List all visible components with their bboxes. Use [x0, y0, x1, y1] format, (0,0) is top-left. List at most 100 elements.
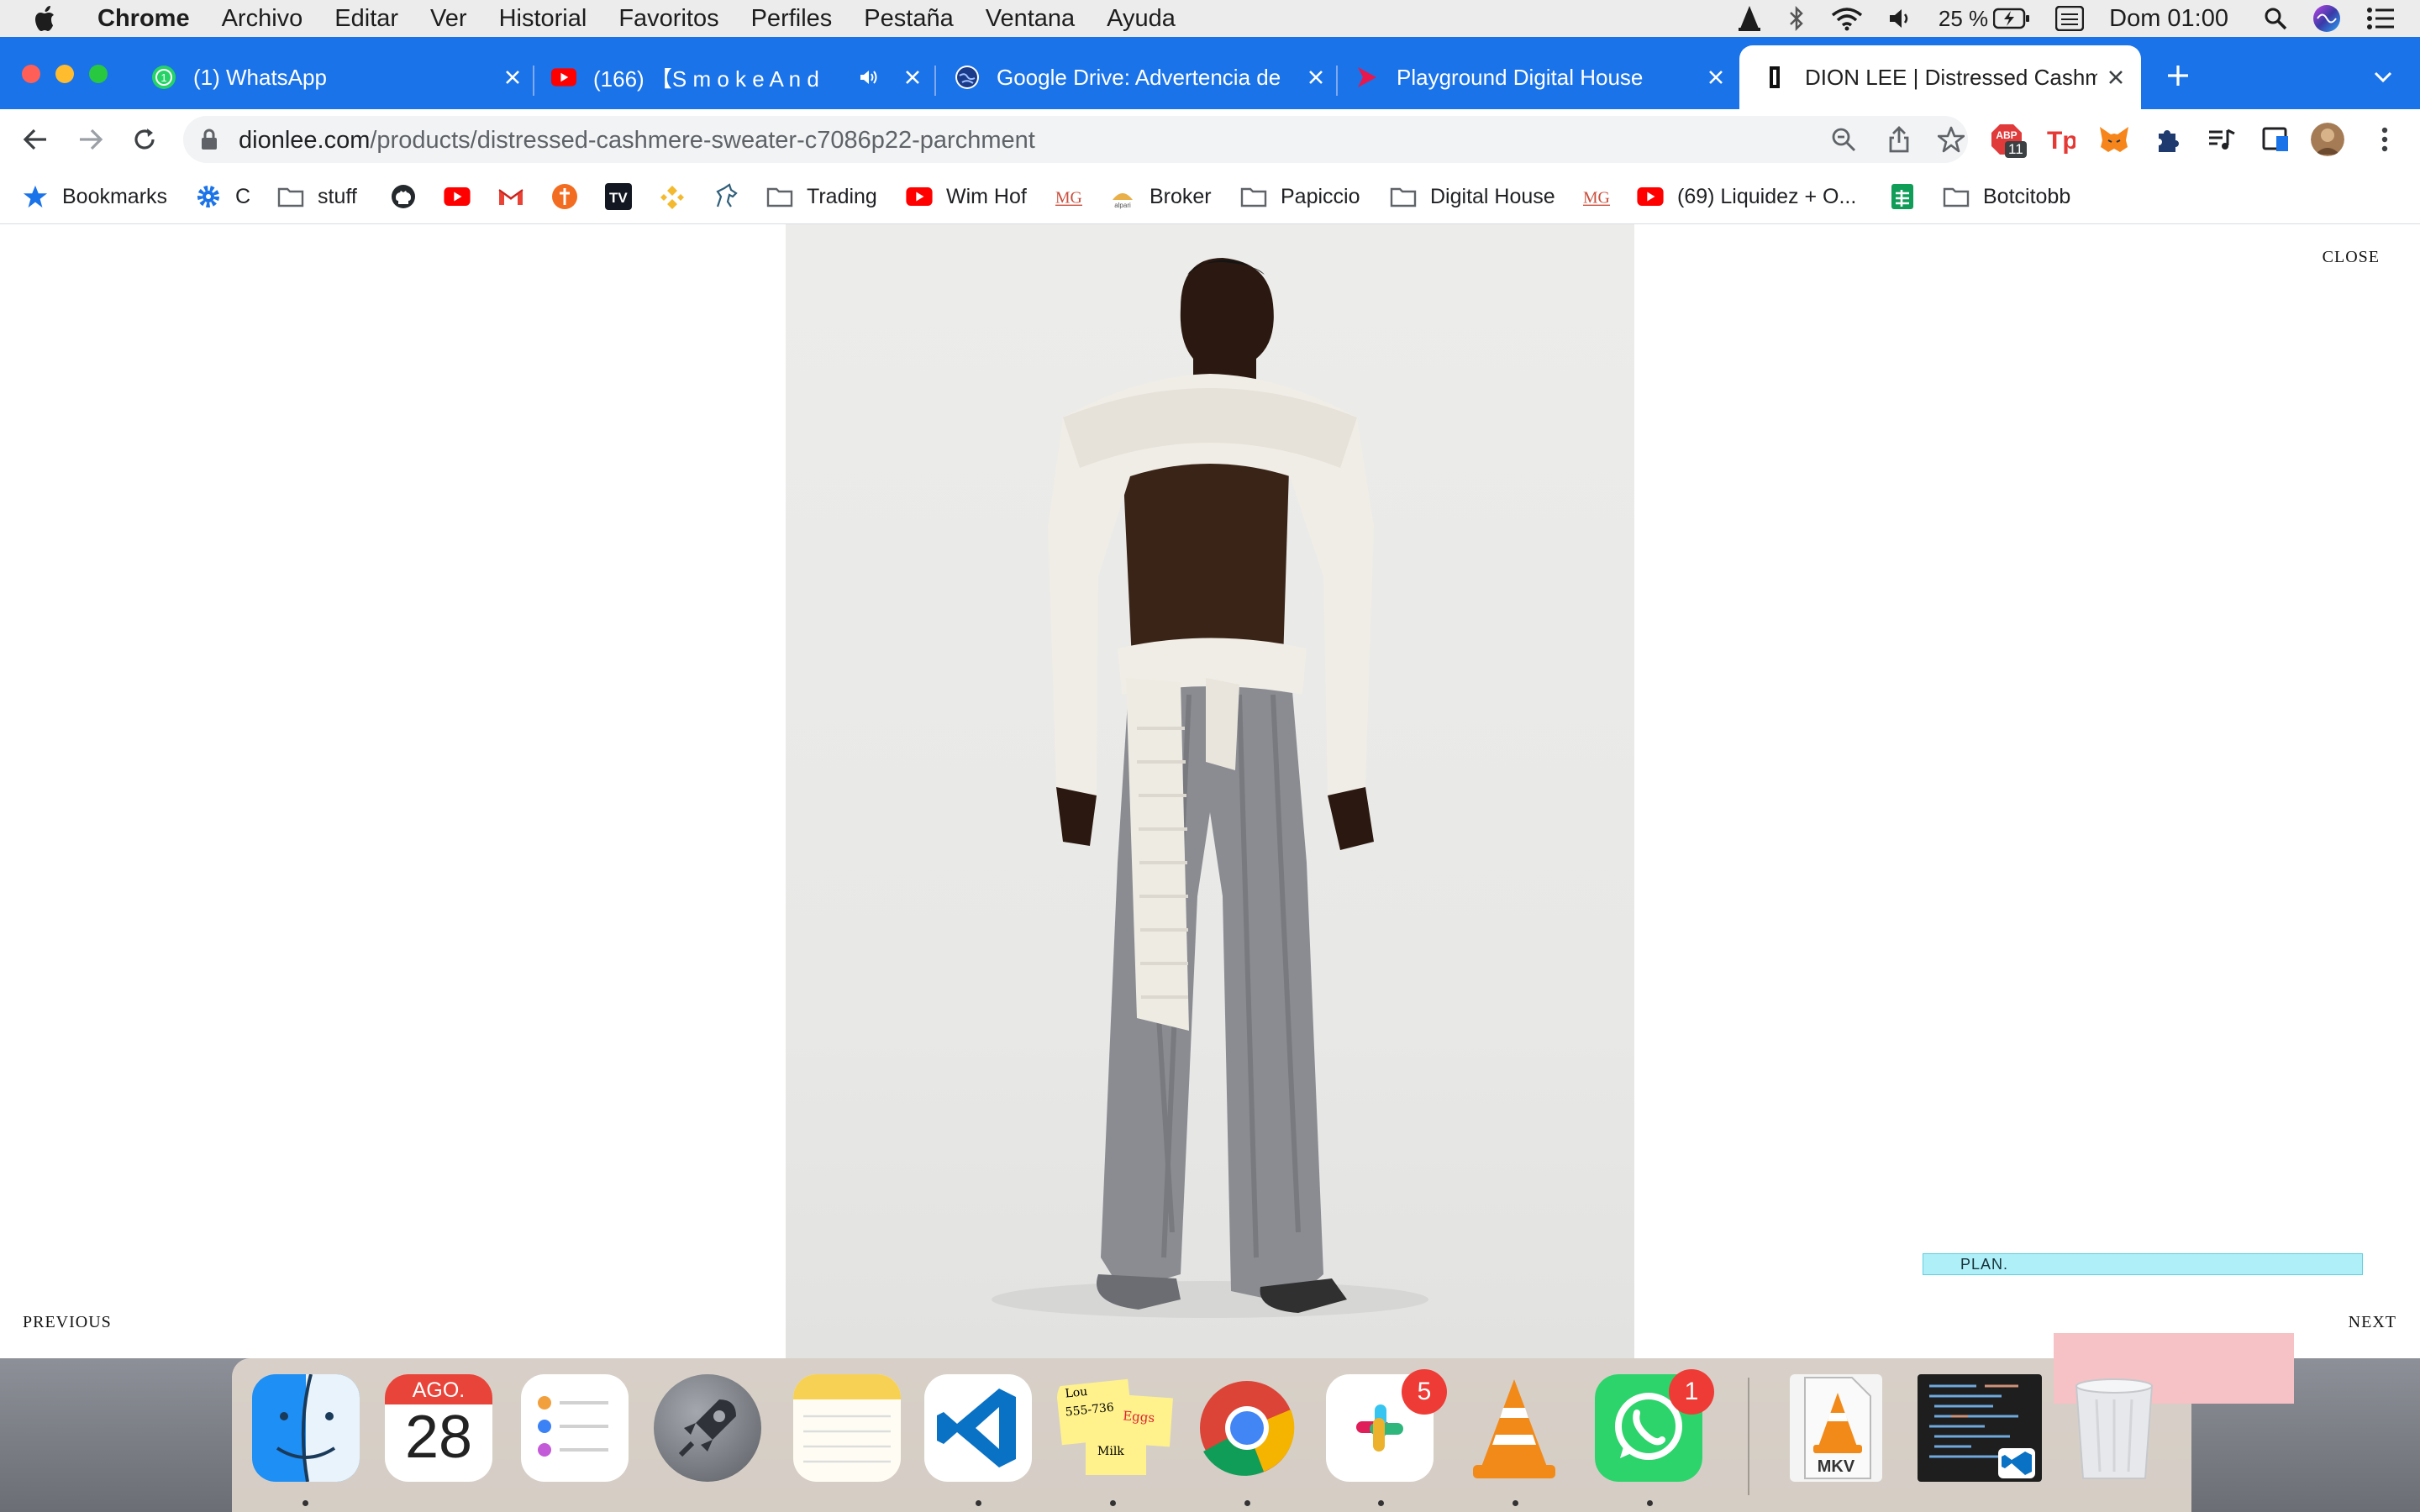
tab-playground-digital-house[interactable]: Playground Digital House: [1344, 45, 1741, 109]
bookmark-orange[interactable]: [551, 181, 592, 212]
menu-ver[interactable]: Ver: [430, 5, 467, 33]
media-control-icon[interactable]: [2205, 123, 2238, 156]
sheets-icon: [1889, 183, 1916, 210]
vlc-status-icon[interactable]: [1737, 5, 1762, 32]
menu-app-chrome[interactable]: Chrome: [97, 5, 190, 33]
stickies-icon[interactable]: Lou 555-7361 Eggs Milk: [1057, 1374, 1175, 1482]
bookmark-star-icon[interactable]: [1938, 126, 1965, 153]
bookmark-label: C: [235, 184, 251, 208]
tp-extension-icon[interactable]: Tp: [2044, 123, 2077, 156]
lock-icon[interactable]: [200, 128, 224, 151]
bookmark-mg-2[interactable]: MG: [1583, 181, 1623, 212]
menu-historial[interactable]: Historial: [499, 5, 587, 33]
minimized-vscode-window[interactable]: [1918, 1374, 2042, 1482]
bookmark-tradingview[interactable]: TV: [605, 181, 645, 212]
close-tab-icon[interactable]: [501, 66, 524, 89]
url-text[interactable]: dionlee.com/products/distressed-cashmere…: [239, 127, 1035, 155]
chrome-icon[interactable]: [1193, 1374, 1301, 1482]
bookmark-binance[interactable]: [659, 181, 699, 212]
product-image[interactable]: [786, 224, 1634, 1358]
menu-pestana[interactable]: Pestaña: [864, 5, 953, 33]
previous-image-link[interactable]: PREVIOUS: [23, 1313, 112, 1332]
bookmark-sheets[interactable]: [1889, 181, 1929, 212]
bookmark-stuff[interactable]: stuff: [277, 181, 357, 212]
bookmark-botcitobb[interactable]: Botcitobb: [1943, 181, 2070, 212]
chrome-menu-kebab-icon[interactable]: [2368, 123, 2402, 156]
menubar-clock[interactable]: Dom 01:00: [2109, 5, 2228, 33]
reading-list-icon[interactable]: [2259, 123, 2292, 156]
trash-icon[interactable]: [2060, 1374, 2168, 1482]
vlc-icon[interactable]: [1460, 1374, 1568, 1482]
input-menu-icon[interactable]: [2055, 6, 2085, 31]
mkv-file-icon[interactable]: MKV: [1790, 1374, 1882, 1482]
reminders-icon[interactable]: [521, 1374, 629, 1482]
new-tab-button[interactable]: [2163, 60, 2193, 91]
tab-google-drive[interactable]: Google Drive: Advertencia de a: [943, 45, 1341, 109]
wifi-icon[interactable]: [1831, 6, 1863, 31]
close-gallery-link[interactable]: CLOSE: [2323, 248, 2380, 267]
menu-perfiles[interactable]: Perfiles: [751, 5, 833, 33]
gear-icon: [195, 183, 222, 210]
window-zoom-button[interactable]: [89, 65, 108, 83]
bookmark-c[interactable]: C: [195, 181, 250, 212]
bookmark-papiccio[interactable]: Papiccio: [1240, 181, 1360, 212]
close-tab-icon[interactable]: [901, 66, 924, 89]
running-indicator: [1244, 1500, 1250, 1506]
calendar-icon[interactable]: AGO. 28: [385, 1374, 492, 1482]
adblock-extension-icon[interactable]: ABP 11: [1990, 123, 2027, 158]
audio-playing-icon[interactable]: [859, 67, 879, 93]
tab-youtube-smoke[interactable]: (166) 【S m o k e A n d: [541, 45, 938, 109]
product-gallery-page: CLOSE PREVIOUS NEXT PLAN.: [0, 224, 2420, 1358]
tab-search-chevron-down-icon[interactable]: [2370, 64, 2396, 91]
close-tab-icon[interactable]: [1704, 66, 1728, 89]
vscode-icon[interactable]: [924, 1374, 1032, 1482]
plan-floating-widget[interactable]: PLAN.: [1923, 1253, 2363, 1275]
bookmark-bookmarks[interactable]: Bookmarks: [22, 181, 167, 212]
bookmark-wim-hof[interactable]: Wim Hof: [906, 181, 1027, 212]
menu-favoritos[interactable]: Favoritos: [618, 5, 718, 33]
extensions-puzzle-icon[interactable]: [2151, 123, 2185, 156]
back-button[interactable]: [20, 124, 50, 155]
window-minimize-button[interactable]: [55, 65, 74, 83]
bookmark-github[interactable]: [390, 181, 430, 212]
metamask-fox-icon[interactable]: [2097, 123, 2131, 156]
notes-icon[interactable]: [793, 1374, 901, 1482]
bookmark-label: Trading: [807, 184, 877, 208]
battery-percent[interactable]: 25 %: [1939, 6, 2030, 32]
close-tab-icon[interactable]: [1304, 66, 1328, 89]
bookmark-broker[interactable]: alpari Broker: [1109, 181, 1212, 212]
address-bar[interactable]: dionlee.com/products/distressed-cashmere…: [183, 116, 1968, 163]
apple-menu-icon[interactable]: [34, 3, 59, 34]
volume-icon[interactable]: [1888, 7, 1913, 30]
bookmark-gmail[interactable]: [497, 181, 538, 212]
forward-button[interactable]: [76, 124, 106, 155]
tab-dion-lee[interactable]: DION LEE | Distressed Cashme: [1739, 45, 2141, 109]
close-tab-icon[interactable]: [2104, 66, 2128, 89]
bookmark-trading[interactable]: Trading: [766, 181, 877, 212]
bookmark-youtube[interactable]: [444, 181, 484, 212]
launchpad-rocket-icon[interactable]: [654, 1374, 761, 1482]
bookmark-horse[interactable]: [713, 181, 753, 212]
spotlight-search-icon[interactable]: [2264, 7, 2287, 30]
reload-button[interactable]: [129, 124, 160, 155]
menu-archivo[interactable]: Archivo: [222, 5, 303, 33]
share-icon[interactable]: [1886, 126, 1912, 153]
notification-center-icon[interactable]: [2366, 7, 2395, 30]
mkv-label: MKV: [1817, 1457, 1855, 1476]
finder-icon[interactable]: [252, 1374, 360, 1482]
svg-text:1: 1: [160, 71, 166, 84]
bookmark-mg[interactable]: MG: [1055, 181, 1096, 212]
window-close-button[interactable]: [22, 65, 40, 83]
menu-editar[interactable]: Editar: [334, 5, 398, 33]
siri-icon[interactable]: [2312, 4, 2341, 33]
bookmark-label: Papiccio: [1281, 184, 1360, 208]
zoom-icon[interactable]: [1830, 126, 1857, 153]
bluetooth-icon[interactable]: [1787, 5, 1806, 32]
menu-ventana[interactable]: Ventana: [986, 5, 1075, 33]
next-image-link[interactable]: NEXT: [2349, 1313, 2396, 1332]
tab-whatsapp[interactable]: 1 (1) WhatsApp: [139, 45, 538, 109]
bookmark-liquidez[interactable]: (69) Liquidez + O...: [1637, 181, 1856, 212]
profile-avatar[interactable]: [2311, 123, 2344, 156]
menu-ayuda[interactable]: Ayuda: [1107, 5, 1176, 33]
bookmark-digital-house[interactable]: Digital House: [1390, 181, 1555, 212]
